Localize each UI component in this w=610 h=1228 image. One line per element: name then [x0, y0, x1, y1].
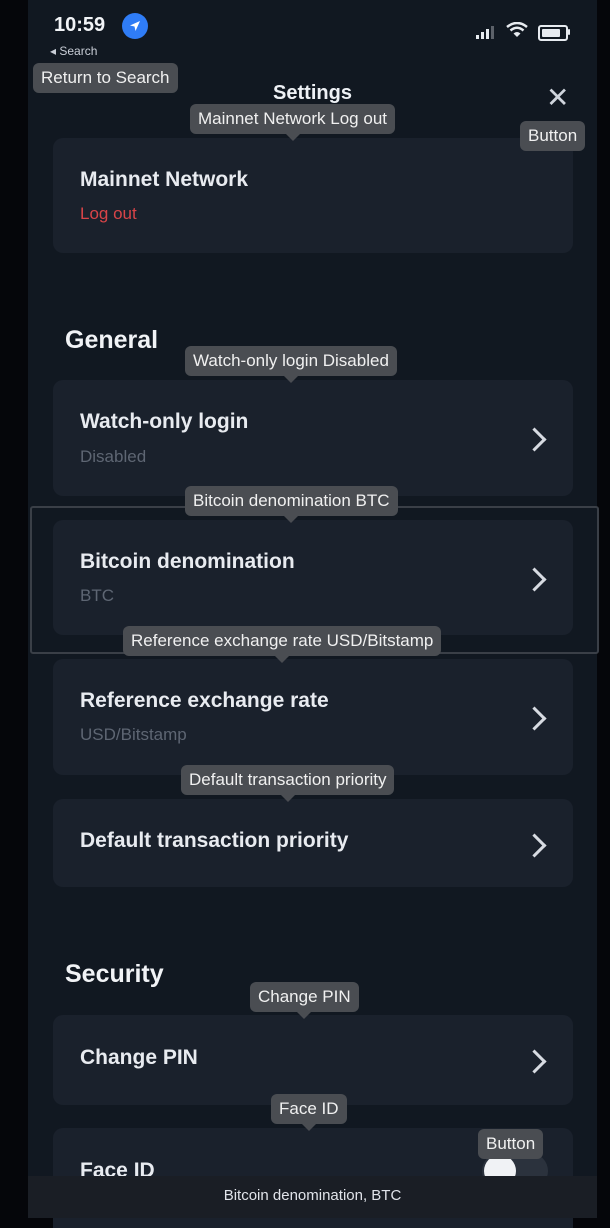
- network-card[interactable]: Mainnet Network Log out: [53, 138, 573, 253]
- row-value: Disabled: [80, 447, 147, 466]
- location-arrow-icon: [122, 13, 148, 39]
- chevron-right-icon: [522, 706, 547, 731]
- bitcoin-denomination-row[interactable]: Bitcoin denomination BTC: [53, 520, 573, 635]
- chevron-right-icon: [522, 1049, 547, 1074]
- tooltip-toggle-button: Button: [478, 1129, 544, 1159]
- row-title: Bitcoin denomination: [80, 550, 295, 573]
- tooltip-change-pin: Change PIN: [250, 982, 359, 1019]
- voiceover-caption: Bitcoin denomination, BTC: [223, 1187, 402, 1204]
- tooltip-network: Mainnet Network Log out: [190, 104, 395, 141]
- tooltip-close-button: Button: [520, 121, 586, 151]
- change-pin-row[interactable]: Change PIN: [53, 1015, 573, 1105]
- back-to-search-link[interactable]: ◂ Search: [50, 44, 97, 58]
- tooltip-watch-only: Watch-only login Disabled: [185, 346, 397, 383]
- row-title: Change PIN: [80, 1046, 198, 1069]
- watch-only-login-row[interactable]: Watch-only login Disabled: [53, 380, 573, 496]
- tooltip-return-to-search: Return to Search: [33, 63, 178, 93]
- default-transaction-priority-row[interactable]: Default transaction priority: [53, 799, 573, 887]
- tooltip-priority: Default transaction priority: [181, 765, 395, 802]
- tooltip-face-id: Face ID: [271, 1094, 347, 1131]
- wifi-icon: [506, 21, 528, 43]
- row-title: Default transaction priority: [80, 829, 349, 852]
- cellular-signal-icon: [476, 26, 494, 39]
- battery-icon: [538, 25, 568, 41]
- row-value: BTC: [80, 586, 114, 605]
- section-heading-general: General: [65, 326, 159, 354]
- row-title: Reference exchange rate: [80, 689, 329, 712]
- voiceover-caption-bar: Bitcoin denomination, BTC: [28, 1176, 597, 1218]
- network-name: Mainnet Network: [80, 168, 249, 191]
- row-title: Watch-only login: [80, 410, 249, 433]
- close-icon[interactable]: ✕: [546, 84, 569, 112]
- chevron-right-icon: [522, 567, 547, 592]
- logout-link[interactable]: Log out: [80, 204, 137, 224]
- chevron-right-icon: [522, 833, 547, 858]
- settings-screen: 10:59 ◂ Search Settings ✕ Mainnet Networ…: [28, 0, 599, 1228]
- chevron-right-icon: [522, 427, 547, 452]
- section-heading-security: Security: [65, 960, 164, 988]
- row-value: USD/Bitstamp: [80, 725, 187, 744]
- status-bar: 10:59 ◂ Search: [28, 0, 597, 60]
- tooltip-exchange-rate: Reference exchange rate USD/Bitstamp: [123, 626, 442, 663]
- battery-cap: [568, 29, 570, 35]
- status-time: 10:59: [54, 14, 106, 36]
- tooltip-denomination: Bitcoin denomination BTC: [185, 486, 398, 523]
- reference-exchange-rate-row[interactable]: Reference exchange rate USD/Bitstamp: [53, 659, 573, 775]
